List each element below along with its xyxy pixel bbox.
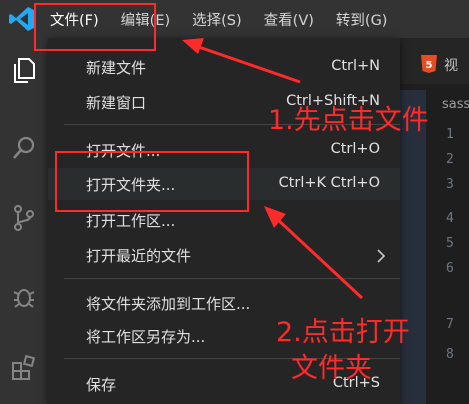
annotation-step1: 1.先点击文件 [268, 105, 429, 136]
arrow-to-file-menu [182, 38, 301, 84]
arrow-to-open-folder [264, 206, 364, 300]
annotation-step2-line2: 文件夹 [291, 353, 372, 384]
annotation-step2-line1: 2.点击打开 [276, 317, 410, 348]
